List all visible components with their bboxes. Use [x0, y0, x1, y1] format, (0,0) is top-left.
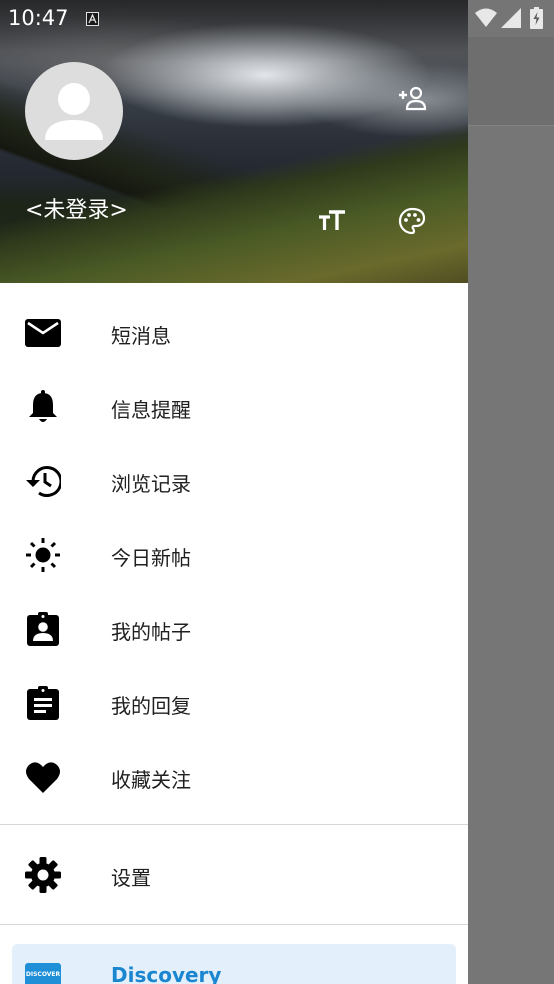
menu-item-notifications[interactable]: 信息提醒 — [0, 370, 468, 444]
background-content — [468, 126, 554, 984]
heart-icon — [24, 759, 62, 795]
mail-icon — [24, 315, 62, 351]
a-notification-icon — [86, 11, 99, 30]
status-bar: 10:47 — [0, 0, 554, 37]
add-user-icon[interactable] — [393, 78, 433, 118]
menu-item-my-replies[interactable]: 我的回复 — [0, 666, 468, 740]
menu-item-label: 信息提醒 — [111, 398, 191, 422]
divider — [0, 824, 468, 825]
divider — [0, 924, 468, 925]
menu-item-label: 我的帖子 — [111, 620, 191, 644]
clipboard-text-icon — [24, 685, 62, 721]
history-icon — [24, 463, 62, 499]
menu-item-label: 浏览记录 — [111, 472, 191, 496]
menu-item-label: 收藏关注 — [111, 768, 191, 792]
drawer-header: <未登录> — [0, 0, 468, 283]
discover-card-icon: DISCOVER — [25, 963, 61, 984]
drawer-menu: 短消息 信息提醒 浏览记录 今日新帖 我的帖子 我的回复 收藏关注 — [0, 296, 468, 814]
text-size-icon[interactable] — [312, 201, 352, 241]
menu-item-history[interactable]: 浏览记录 — [0, 444, 468, 518]
menu-item-label: 我的回复 — [111, 694, 191, 718]
discovery-label: Discovery — [111, 963, 222, 984]
cell-signal-icon — [501, 8, 521, 32]
menu-item-today[interactable]: 今日新帖 — [0, 518, 468, 592]
palette-icon[interactable] — [392, 201, 432, 241]
wifi-icon — [475, 8, 497, 32]
background-toolbar — [468, 37, 554, 126]
navigation-drawer: <未登录> 短消息 信息提醒 浏览记录 今日新帖 我的帖子 我的回复 收藏关注 … — [0, 0, 468, 984]
bell-icon — [24, 389, 62, 425]
sun-icon — [24, 537, 62, 573]
login-status[interactable]: <未登录> — [25, 192, 128, 224]
menu-item-label: 今日新帖 — [111, 546, 191, 570]
menu-item-label: 短消息 — [111, 324, 171, 348]
status-time: 10:47 — [8, 6, 69, 30]
discovery-item[interactable]: DISCOVER Discovery — [12, 944, 456, 984]
menu-item-favorites[interactable]: 收藏关注 — [0, 740, 468, 814]
menu-item-messages[interactable]: 短消息 — [0, 296, 468, 370]
account-box-icon — [24, 611, 62, 647]
gear-icon — [24, 856, 62, 894]
account-circle-icon[interactable] — [25, 62, 123, 160]
menu-item-label: 设置 — [111, 866, 151, 890]
battery-charging-icon — [530, 7, 543, 33]
menu-item-my-posts[interactable]: 我的帖子 — [0, 592, 468, 666]
menu-item-settings[interactable]: 设置 — [0, 839, 468, 911]
